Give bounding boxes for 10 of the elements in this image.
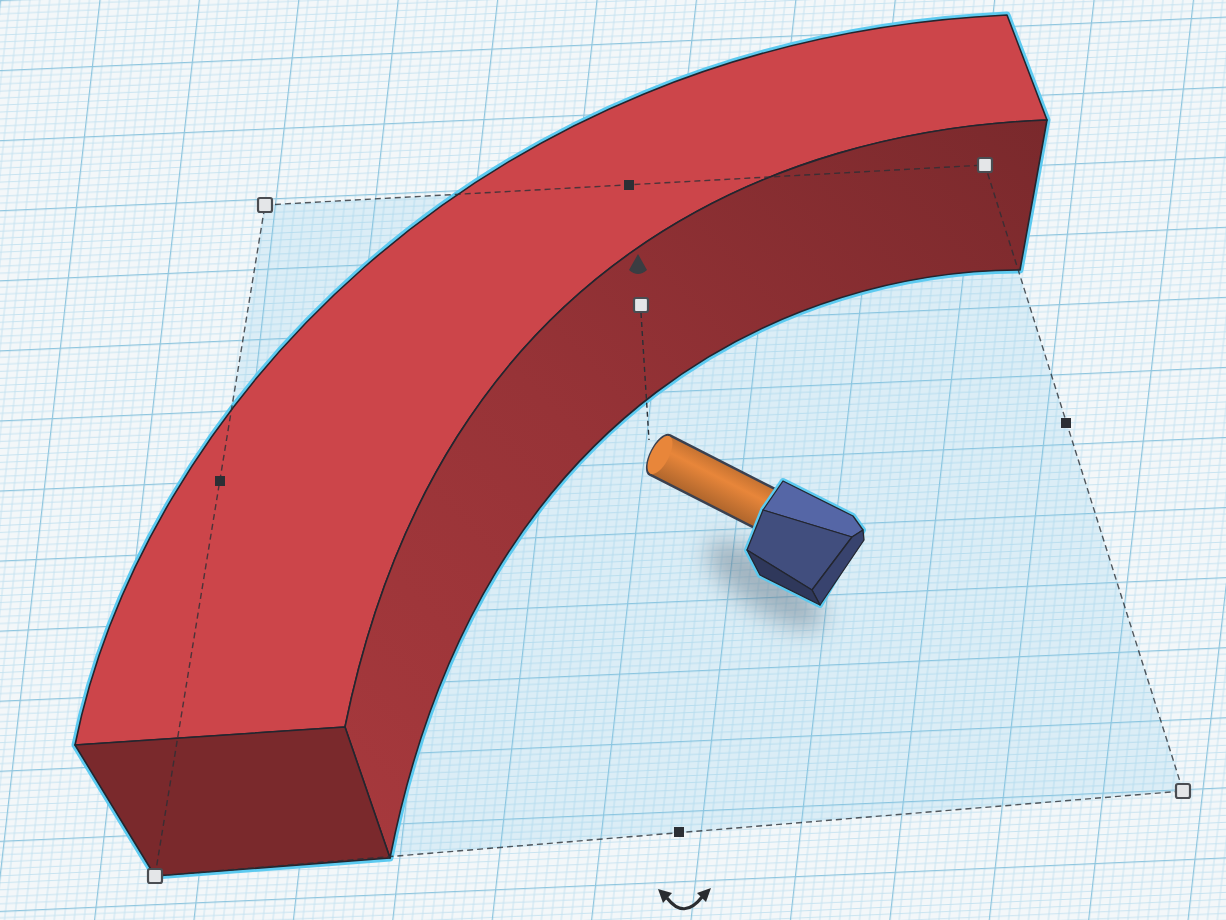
corner-handle[interactable] xyxy=(146,867,164,885)
corner-handle[interactable] xyxy=(1174,782,1192,800)
edge-handle[interactable] xyxy=(624,180,634,190)
corner-handle[interactable] xyxy=(976,156,994,174)
edge-handle[interactable] xyxy=(674,827,684,837)
edge-handle[interactable] xyxy=(215,476,225,486)
height-handle[interactable] xyxy=(632,296,650,314)
corner-handle[interactable] xyxy=(256,196,274,214)
edge-handle[interactable] xyxy=(1061,418,1071,428)
rotate-arrows-icon[interactable] xyxy=(658,888,711,911)
